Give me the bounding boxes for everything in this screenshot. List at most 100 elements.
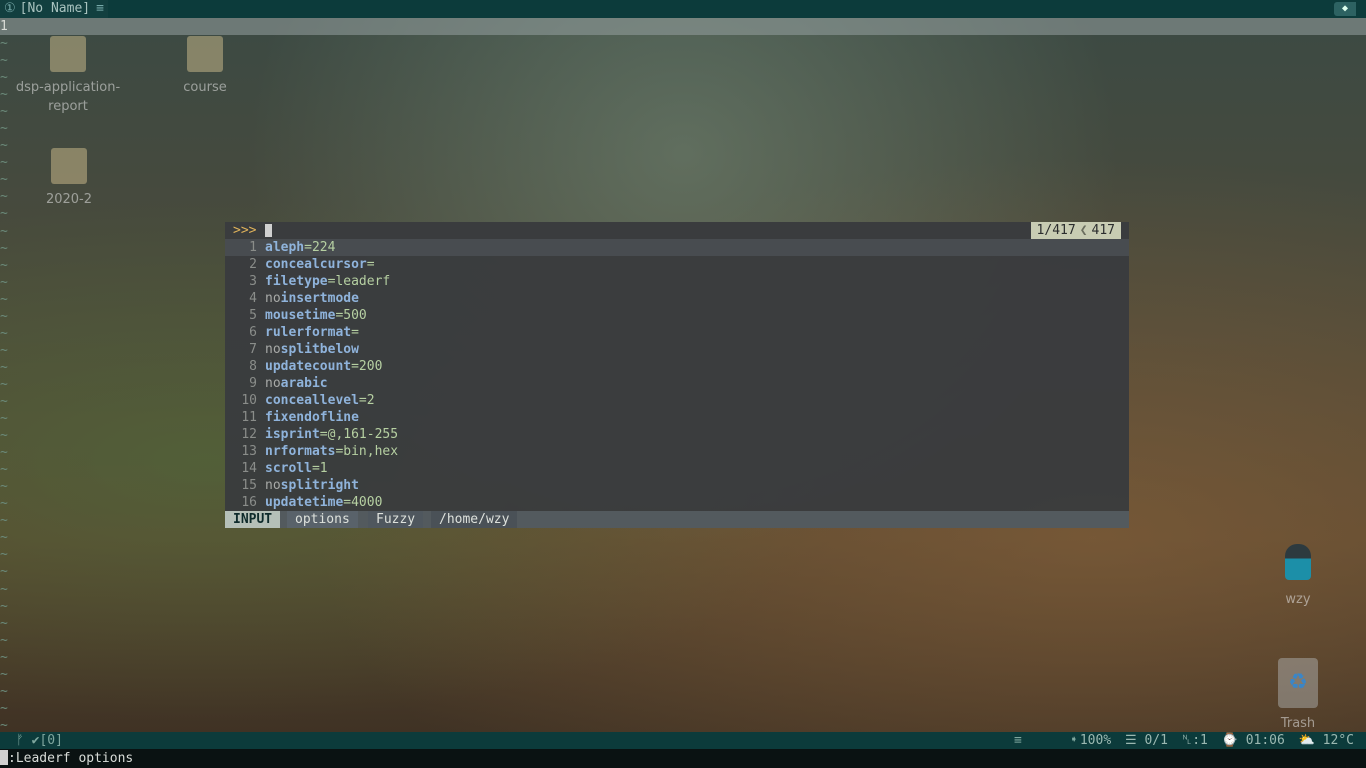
input-cursor xyxy=(265,224,272,237)
desktop-icon-course[interactable]: course xyxy=(170,36,240,97)
desktop-icon-label: Trash xyxy=(1280,716,1316,731)
option-name: filetype xyxy=(265,274,328,289)
result-row[interactable]: 8 updatecount=200 xyxy=(225,358,1129,375)
row-number: 11 xyxy=(241,410,257,425)
result-row[interactable]: 6 rulerformat= xyxy=(225,324,1129,341)
row-number: 1 xyxy=(249,240,257,255)
option-name: mousetime xyxy=(265,308,336,323)
row-number: 5 xyxy=(249,308,257,323)
option-name: splitbelow xyxy=(280,342,359,357)
option-value: =500 xyxy=(335,308,367,323)
tabline: ① [No Name] ≡ ◆ xyxy=(0,0,1366,18)
user-home-icon xyxy=(1285,544,1311,580)
line-position: ☰ 0/1 xyxy=(1125,733,1168,748)
option-value: =1 xyxy=(311,461,328,476)
option-name: isprint xyxy=(265,427,320,442)
option-name: updatetime xyxy=(265,495,344,510)
result-row[interactable]: 15 nosplitright xyxy=(225,477,1129,494)
option-value: =4000 xyxy=(343,495,383,510)
row-number: 3 xyxy=(249,274,257,289)
result-row[interactable]: 4 noinsertmode xyxy=(225,290,1129,307)
folder-icon xyxy=(51,148,87,184)
option-name: conceallevel xyxy=(265,393,359,408)
row-number: 2 xyxy=(249,257,257,272)
git-status: ᚠ ✔[0] xyxy=(16,733,63,748)
empty-line-markers: ~ ~ ~ ~ ~ ~ ~ ~ ~ ~ ~ ~ ~ ~ ~ ~ ~ ~ ~ ~ ~ ~ ~ ~ ~ ~ ~ ~ ~ ~ ~ ~ ~ ~ ~ ~ ~ ~ ~ ~… xyxy=(0,36,8,733)
leaderf-prompt-row[interactable]: >>> 1/417 ❮ 417 xyxy=(225,222,1129,239)
cursor-line xyxy=(0,18,1366,35)
folder-icon xyxy=(50,36,86,72)
option-name: arabic xyxy=(280,376,328,391)
result-row[interactable]: 14 scroll=1 xyxy=(225,460,1129,477)
leaderf-cwd: /home/wzy xyxy=(431,511,518,528)
row-number: 4 xyxy=(249,291,257,306)
result-row[interactable]: 3 filetype=leaderf xyxy=(225,273,1129,290)
statusline-right: 100% ☰ 0/1 ␤:1 ⌚ 01:06 ⛅ 12°C xyxy=(1074,732,1354,749)
row-number: 9 xyxy=(249,376,257,391)
desktop-icon-home[interactable]: wzy xyxy=(1268,544,1328,609)
tab-no-name[interactable]: ① [No Name] ≡ xyxy=(0,0,108,18)
result-row[interactable]: 13 nrformats=bin,hex xyxy=(225,443,1129,460)
result-counter: 1/417 ❮ 417 xyxy=(1030,222,1121,239)
option-name: scroll xyxy=(265,461,312,476)
row-number: 14 xyxy=(241,461,257,476)
result-row[interactable]: 16 updatetime=4000 xyxy=(225,494,1129,511)
option-name: insertmode xyxy=(280,291,359,306)
result-row[interactable]: 1 aleph=224 xyxy=(225,239,1129,256)
leaderf-popup[interactable]: >>> 1/417 ❮ 417 1 aleph=224 2 concealcursor= 3… xyxy=(225,222,1129,528)
row-number: 8 xyxy=(249,359,257,374)
tab-number: ① xyxy=(4,1,16,16)
option-value: =@,161-255 xyxy=(319,427,399,442)
result-counter-current: 1/417 xyxy=(1036,223,1076,238)
leaderf-category: options xyxy=(287,511,358,528)
row-number: 12 xyxy=(241,427,257,442)
leaderf-statusbar: INPUT options Fuzzy /home/wzy xyxy=(225,511,1129,528)
cmdline-colon: : xyxy=(8,751,16,766)
buffer-list-icon: ≡ xyxy=(96,1,104,16)
desktop-icon-label: 2020-2 xyxy=(45,192,93,207)
desktop-icon-label: dsp-application- xyxy=(15,80,121,95)
option-value: = xyxy=(366,257,375,272)
tag-icon[interactable]: ◆ xyxy=(1334,2,1356,16)
option-name: concealcursor xyxy=(265,257,367,272)
option-name: splitright xyxy=(280,478,359,493)
result-row[interactable]: 11 fixendofline xyxy=(225,409,1129,426)
tab-title: [No Name] xyxy=(19,1,91,16)
option-value: =224 xyxy=(304,240,336,255)
row-number: 10 xyxy=(241,393,257,408)
desktop-icon-label: report xyxy=(48,99,88,114)
trash-icon: ♻ xyxy=(1278,658,1318,708)
leaderf-match-mode[interactable]: Fuzzy xyxy=(368,511,424,528)
leaderf-results[interactable]: 1 aleph=224 2 concealcursor= 3 filetype=leade… xyxy=(225,239,1129,511)
option-prefix: no xyxy=(265,376,281,391)
result-row[interactable]: 7 nosplitbelow xyxy=(225,341,1129,358)
desktop-icon-dsp-application-report[interactable]: dsp-application- report xyxy=(10,36,126,116)
line-number: 1 xyxy=(0,19,8,34)
result-row[interactable]: 12 isprint=@,161-255 xyxy=(225,426,1129,443)
option-name: aleph xyxy=(265,240,305,255)
option-name: nrformats xyxy=(265,444,336,459)
option-name: updatecount xyxy=(265,359,352,374)
option-prefix: no xyxy=(265,478,281,493)
option-value: =leaderf xyxy=(327,274,391,289)
command-line[interactable]: :Leaderf options xyxy=(0,749,1366,768)
option-value: =bin,hex xyxy=(335,444,399,459)
desktop-icon-label: course xyxy=(183,80,227,95)
desktop-icon-trash[interactable]: ♻ Trash xyxy=(1268,658,1328,733)
result-row[interactable]: 2 concealcursor= xyxy=(225,256,1129,273)
result-row[interactable]: 10 conceallevel=2 xyxy=(225,392,1129,409)
weather: ⛅ 12°C xyxy=(1298,733,1354,748)
option-value: = xyxy=(351,325,359,340)
zoom-level: 100% xyxy=(1079,733,1112,748)
option-value: =2 xyxy=(358,393,375,408)
desktop-icon-2020-2[interactable]: 2020-2 xyxy=(34,148,104,209)
row-number: 16 xyxy=(241,495,257,510)
clock: ⌚ 01:06 xyxy=(1221,733,1285,748)
leaderf-mode: INPUT xyxy=(225,511,281,528)
result-row[interactable]: 9 noarabic xyxy=(225,375,1129,392)
folder-icon xyxy=(187,36,223,72)
cmdline-cursor xyxy=(0,750,8,765)
result-row[interactable]: 5 mousetime=500 xyxy=(225,307,1129,324)
option-prefix: no xyxy=(265,291,281,306)
row-number: 15 xyxy=(241,478,257,493)
